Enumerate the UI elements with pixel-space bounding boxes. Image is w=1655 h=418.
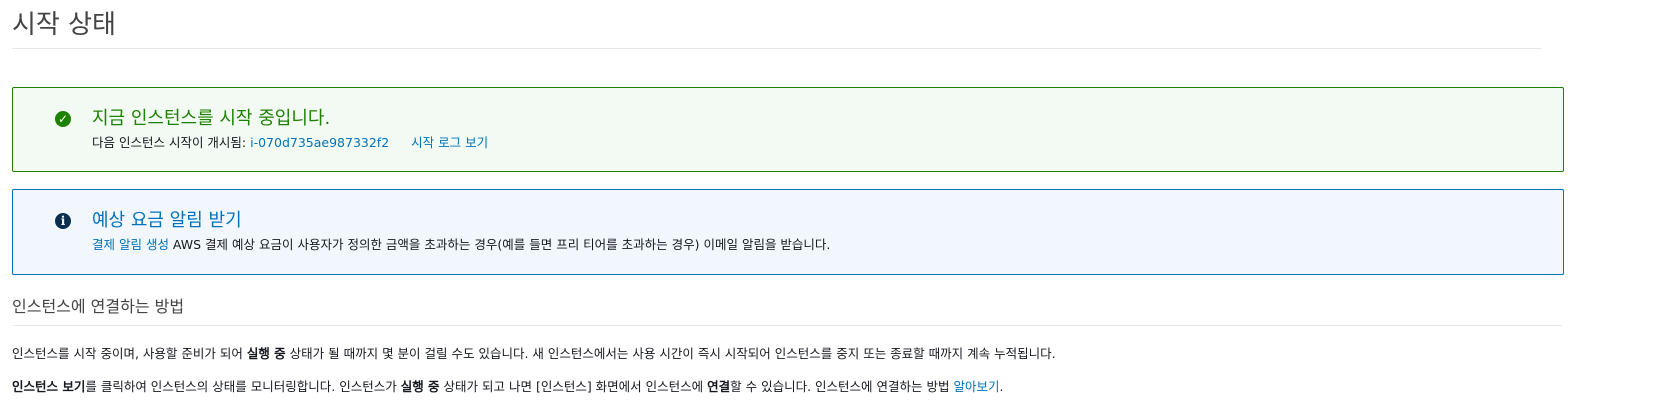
- para1-running-bold: 실행 중: [246, 346, 286, 361]
- success-alert-prefix: 다음 인스턴스 시작이 개시됨:: [92, 135, 251, 150]
- para1-text-1: 인스턴스를 시작 중이며, 사용할 준비가 되어: [12, 346, 247, 361]
- billing-alert-info: i 예상 요금 알림 받기 결제 알림 생성 AWS 결제 예상 요금이 사용자…: [12, 189, 1564, 275]
- success-alert-body: 다음 인스턴스 시작이 개시됨: i-070d735ae987332f2 시작 로…: [92, 132, 488, 151]
- para2-connect-bold: 연결: [707, 379, 731, 394]
- title-divider: [12, 48, 1542, 49]
- connect-paragraph-1: 인스턴스를 시작 중이며, 사용할 준비가 되어 실행 중 상태가 될 때까지 …: [12, 343, 1056, 362]
- create-billing-alert-link[interactable]: 결제 알림 생성: [92, 237, 169, 252]
- para2-text-2: 상태가 되고 나면 [인스턴스] 화면에서 인스턴스에: [439, 379, 708, 394]
- para2-text-4: .: [999, 379, 1004, 394]
- para2-text-1: 를 클릭하여 인스턴스의 상태를 모니터링합니다. 인스턴스가: [85, 379, 401, 394]
- launch-success-alert: ✓ 지금 인스턴스를 시작 중입니다. 다음 인스턴스 시작이 개시됨: i-0…: [12, 87, 1564, 172]
- view-launch-log-link[interactable]: 시작 로그 보기: [411, 135, 488, 150]
- connect-section-heading: 인스턴스에 연결하는 방법: [12, 297, 185, 316]
- connect-paragraph-2: 인스턴스 보기를 클릭하여 인스턴스의 상태를 모니터링합니다. 인스턴스가 실…: [12, 376, 1003, 395]
- para1-text-2: 상태가 될 때까지 몇 분이 걸릴 수도 있습니다. 새 인스턴스에서는 사용 …: [285, 346, 1056, 361]
- info-alert-body: 결제 알림 생성 AWS 결제 예상 요금이 사용자가 정의한 금액을 초과하는…: [92, 234, 830, 253]
- learn-more-link[interactable]: 알아보기: [953, 379, 999, 394]
- para2-text-3: 할 수 있습니다. 인스턴스에 연결하는 방법: [730, 379, 954, 394]
- check-circle-icon: ✓: [55, 111, 71, 127]
- para2-running-bold: 실행 중: [400, 379, 440, 394]
- page-title: 시작 상태: [12, 10, 116, 40]
- section-divider: [12, 325, 1562, 326]
- info-icon: i: [55, 213, 71, 229]
- info-alert-text: AWS 결제 예상 요금이 사용자가 정의한 금액을 초과하는 경우(예를 들면…: [168, 237, 831, 252]
- info-alert-title: 예상 요금 알림 받기: [92, 210, 242, 231]
- success-alert-title: 지금 인스턴스를 시작 중입니다.: [92, 108, 331, 129]
- instance-id-link[interactable]: i-070d735ae987332f2: [250, 135, 389, 150]
- para2-view-instances-bold: 인스턴스 보기: [12, 379, 86, 394]
